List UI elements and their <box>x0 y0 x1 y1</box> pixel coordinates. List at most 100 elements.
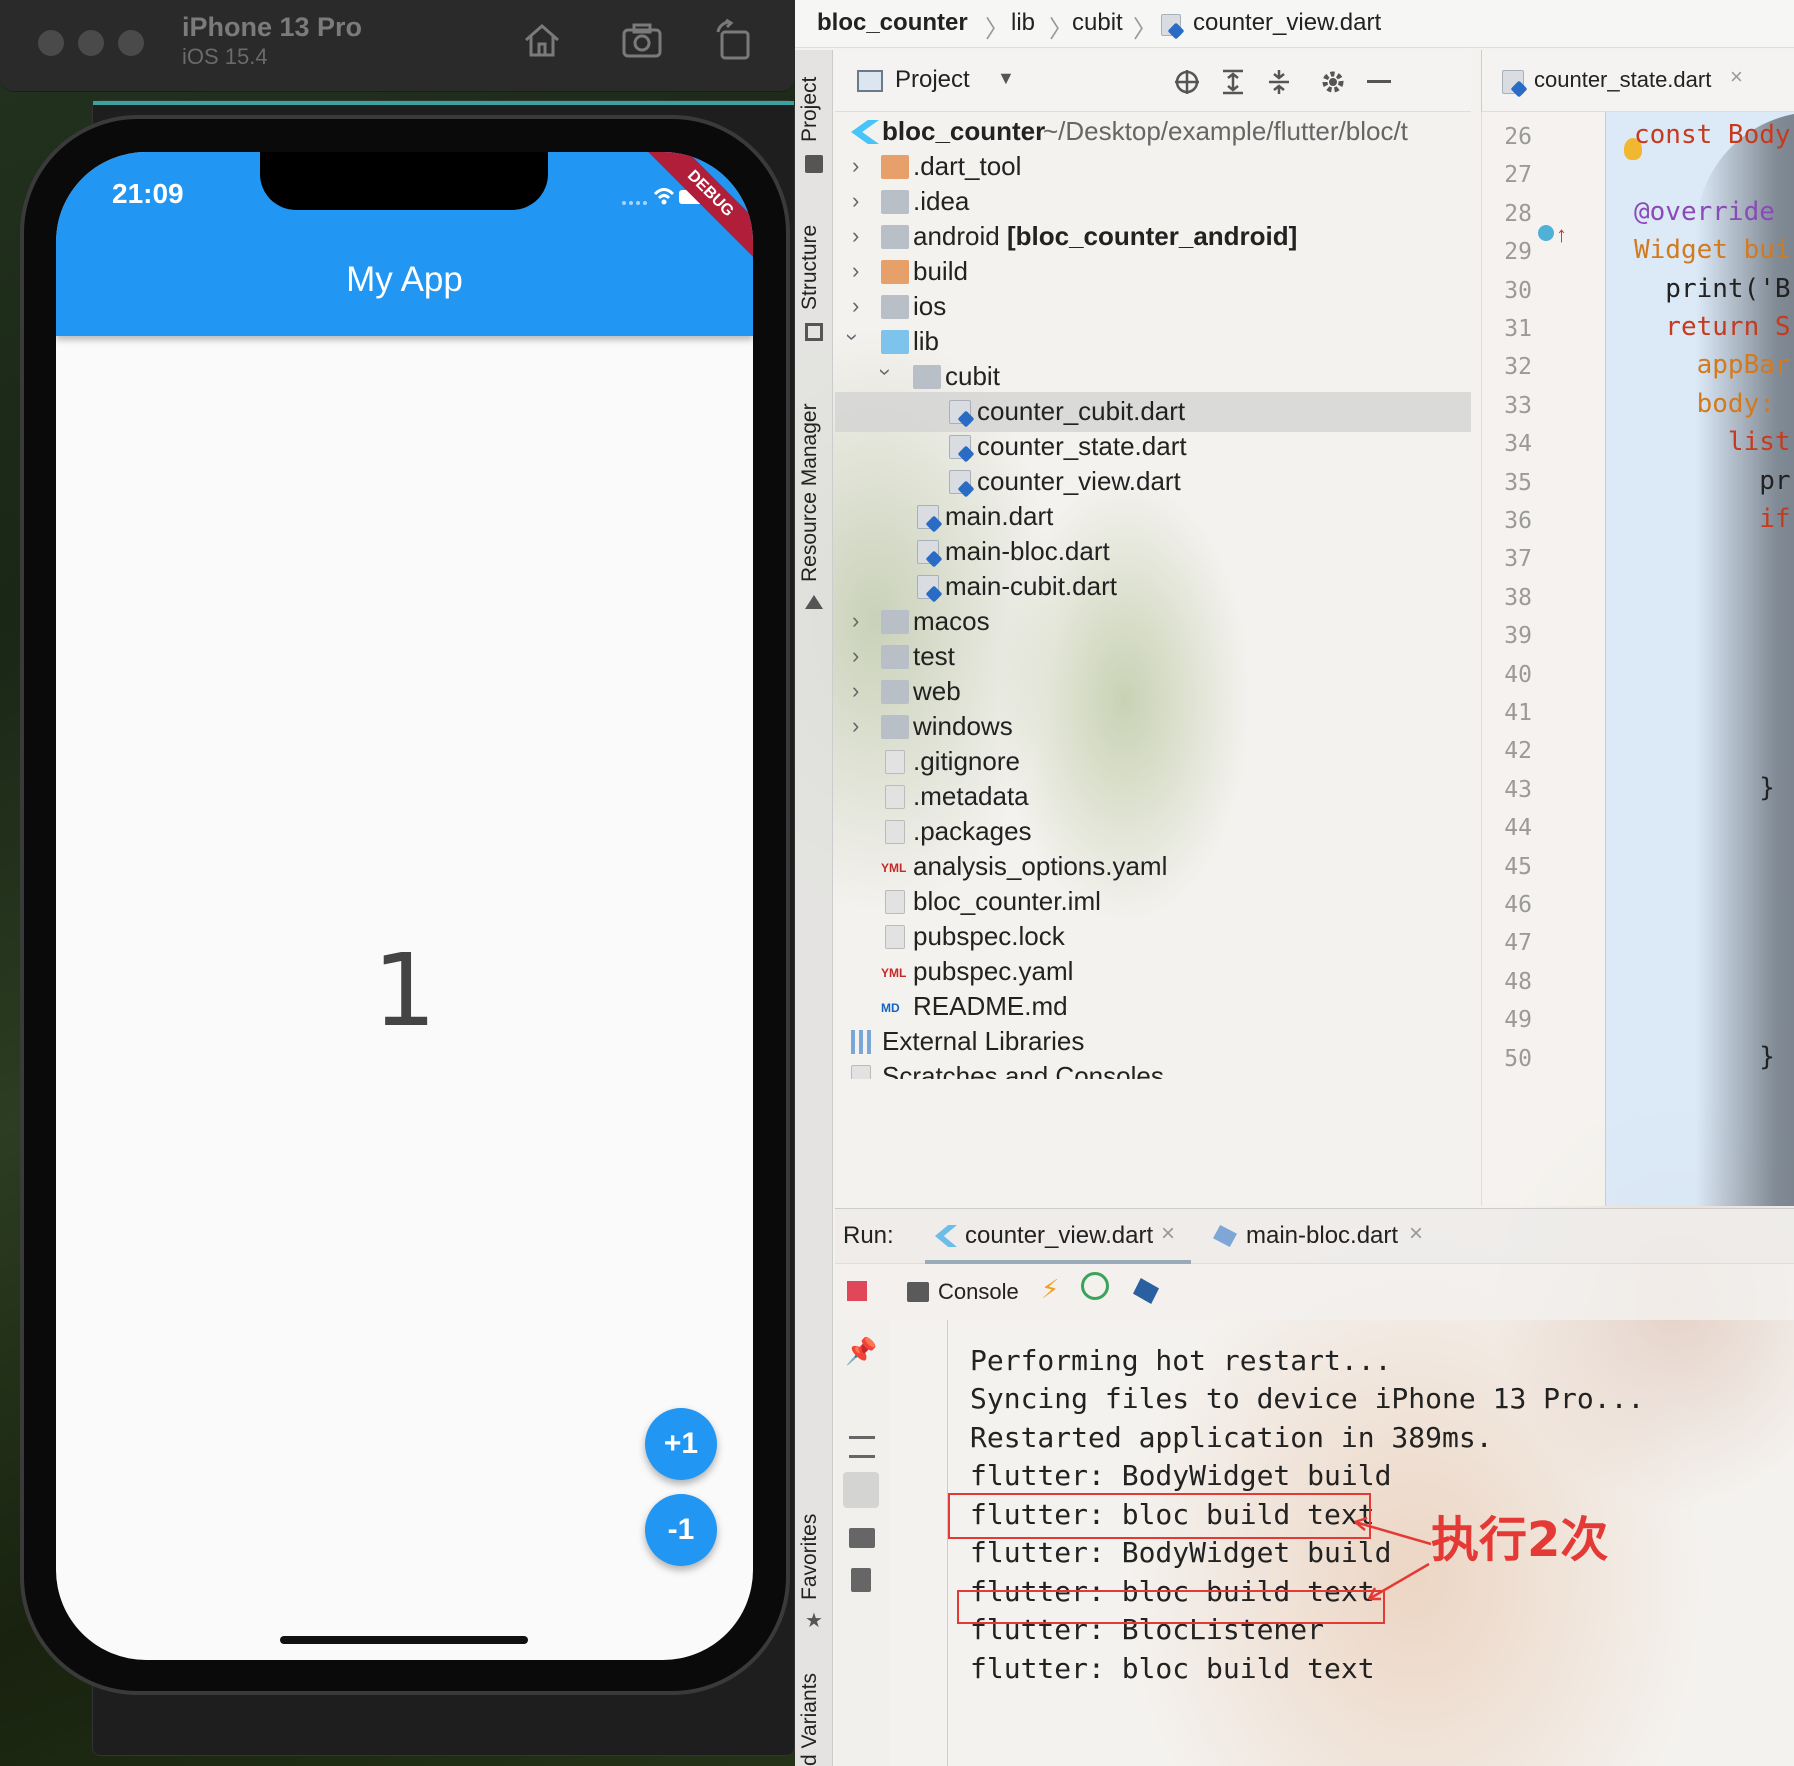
code-line: const Body <box>1634 120 1791 150</box>
favorites-tool-tab[interactable]: Favorites <box>798 1514 822 1600</box>
tree-item[interactable]: › android [bloc_counter_android] <box>835 217 1471 257</box>
override-marker-icon[interactable] <box>1538 225 1554 241</box>
locate-icon[interactable] <box>1173 68 1201 96</box>
pin-icon[interactable]: 📌 <box>845 1336 877 1367</box>
line-number: 30 <box>1504 277 1532 304</box>
console-line: flutter: BodyWidget build <box>970 1459 1392 1492</box>
soft-wrap-icon[interactable] <box>849 1436 875 1458</box>
code-line: if <box>1634 504 1791 534</box>
libraries-icon <box>851 1030 875 1054</box>
rotate-icon[interactable] <box>712 18 756 62</box>
breadcrumb-item[interactable]: counter_view.dart <box>1193 9 1381 37</box>
hide-panel-icon[interactable] <box>1367 80 1391 83</box>
expand-all-icon[interactable] <box>1219 68 1247 96</box>
line-number: 43 <box>1504 776 1532 803</box>
tree-item[interactable]: External Libraries <box>835 1022 1471 1062</box>
dart-file-icon <box>949 470 971 494</box>
tree-item[interactable]: › build <box>835 252 1471 292</box>
tree-item[interactable]: main-cubit.dart <box>835 567 1471 607</box>
app-bar-title: My App <box>346 260 463 299</box>
simulator-titlebar: iPhone 13 Pro iOS 15.4 <box>0 0 795 92</box>
tree-item[interactable]: › windows <box>835 707 1471 747</box>
project-view-selector[interactable]: Project <box>895 66 970 94</box>
tree-item[interactable]: counter_state.dart <box>835 427 1471 467</box>
run-panel-header: Run: counter_view.dart × main-bloc.dart … <box>835 1208 1794 1264</box>
tree-item[interactable]: pubspec.lock <box>835 917 1471 957</box>
line-number: 46 <box>1504 892 1532 918</box>
chevron-down-icon: › <box>873 368 899 376</box>
run-tab[interactable]: main-bloc.dart <box>1246 1222 1398 1250</box>
hot-restart-icon[interactable] <box>1081 1272 1109 1300</box>
hot-reload-icon[interactable]: ⚡ <box>1041 1274 1059 1305</box>
code-editor[interactable]: const Body @override Widget bui print('B r… <box>1605 112 1794 1206</box>
breadcrumb-item[interactable]: cubit <box>1072 9 1123 37</box>
stop-icon[interactable] <box>847 1281 867 1301</box>
scroll-to-end-icon[interactable] <box>843 1472 879 1508</box>
tree-item-selected[interactable]: counter_cubit.dart <box>835 392 1471 432</box>
simulator-device-name: iPhone 13 Pro <box>182 12 363 42</box>
home-indicator <box>280 1636 528 1644</box>
run-tab[interactable]: counter_view.dart <box>965 1222 1153 1250</box>
tree-item[interactable]: .metadata <box>835 777 1471 817</box>
screen-root: iPhone 13 Pro iOS 15.4 21:09 DEBUG My Ap… <box>0 0 1794 1766</box>
tree-item[interactable]: .packages <box>835 812 1471 852</box>
screenshot-icon[interactable] <box>620 18 664 62</box>
tree-item[interactable]: › lib <box>835 322 1471 362</box>
tree-item[interactable]: main-bloc.dart <box>835 532 1471 572</box>
chevron-down-icon[interactable]: ▼ <box>997 68 1015 89</box>
breadcrumb-item[interactable]: lib <box>1011 9 1035 37</box>
tree-item[interactable]: YML pubspec.yaml <box>835 952 1471 992</box>
tree-item[interactable]: › cubit <box>835 357 1471 397</box>
close-icon[interactable]: × <box>1161 1220 1175 1248</box>
tree-item[interactable]: › .dart_tool <box>835 147 1471 187</box>
simulator-window: iPhone 13 Pro iOS 15.4 21:09 DEBUG My Ap… <box>0 0 795 1766</box>
chevron-right-icon: › <box>852 223 860 248</box>
project-tree: bloc_counter ~/Desktop/example/flutter/b… <box>835 112 1471 1206</box>
collapse-all-icon[interactable] <box>1265 68 1293 96</box>
arrow-up-icon[interactable]: ↑ <box>1556 222 1567 248</box>
close-window-button[interactable] <box>38 30 64 56</box>
chevron-right-icon: › <box>852 643 860 668</box>
tree-item[interactable]: › macos <box>835 602 1471 642</box>
tree-item[interactable]: main.dart <box>835 497 1471 537</box>
project-tool-tab[interactable]: Project <box>798 77 822 142</box>
structure-tool-tab[interactable]: Structure <box>798 225 822 310</box>
close-icon[interactable]: × <box>1730 64 1743 90</box>
close-icon[interactable]: × <box>1409 1220 1423 1248</box>
editor-tab[interactable]: counter_state.dart × <box>1481 50 1794 112</box>
minimize-window-button[interactable] <box>78 30 104 56</box>
resource-icon <box>805 595 823 609</box>
tree-item-root[interactable]: bloc_counter ~/Desktop/example/flutter/b… <box>835 112 1471 152</box>
line-number: 35 <box>1504 469 1532 496</box>
trash-icon[interactable] <box>851 1568 871 1592</box>
tree-item[interactable]: › web <box>835 672 1471 712</box>
console-tab[interactable]: Console <box>938 1279 1019 1305</box>
highlight-box <box>957 1590 1385 1624</box>
gear-icon[interactable] <box>1319 68 1347 96</box>
increment-fab[interactable]: +1 <box>645 1408 717 1480</box>
chevron-right-icon: › <box>852 608 860 633</box>
resource-manager-tool-tab[interactable]: Resource Manager <box>798 403 822 582</box>
tree-item[interactable]: Scratches and Consoles <box>835 1057 1471 1079</box>
console-line: flutter: bloc build text <box>970 1652 1375 1685</box>
tree-item[interactable]: › test <box>835 637 1471 677</box>
breadcrumb-item[interactable]: bloc_counter <box>817 9 968 37</box>
tree-item[interactable]: bloc_counter.iml <box>835 882 1471 922</box>
print-icon[interactable] <box>849 1528 875 1548</box>
home-icon[interactable] <box>520 18 564 62</box>
decrement-fab[interactable]: -1 <box>645 1494 717 1566</box>
highlight-box <box>948 1493 1371 1539</box>
tree-item[interactable]: › .idea <box>835 182 1471 222</box>
tree-item[interactable]: .gitignore <box>835 742 1471 782</box>
line-number: 32 <box>1504 354 1532 381</box>
tree-item[interactable]: counter_view.dart <box>835 462 1471 502</box>
tree-item[interactable]: MD README.md <box>835 987 1471 1027</box>
tree-item[interactable]: YML analysis_options.yaml <box>835 847 1471 887</box>
devtools-icon[interactable] <box>1133 1278 1159 1304</box>
folder-icon <box>913 365 941 389</box>
chevron-right-icon: › <box>852 678 860 703</box>
build-variants-tool-tab[interactable]: d Variants <box>798 1673 822 1766</box>
code-line: } <box>1634 772 1775 803</box>
tree-item[interactable]: › ios <box>835 287 1471 327</box>
zoom-window-button[interactable] <box>118 30 144 56</box>
